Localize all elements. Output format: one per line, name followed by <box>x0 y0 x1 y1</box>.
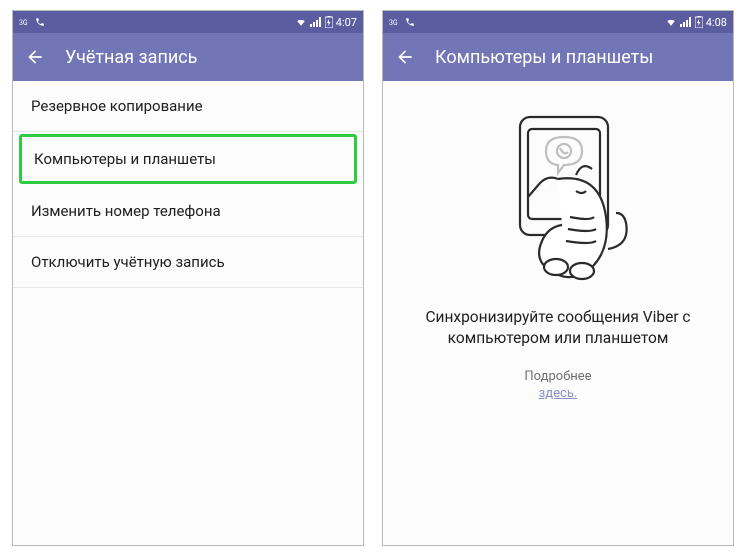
page-title: Компьютеры и планшеты <box>435 47 653 68</box>
network-icon: 3G <box>19 17 31 27</box>
phone-handset-icon <box>35 17 45 27</box>
app-bar: Компьютеры и планшеты <box>383 33 733 81</box>
page-title: Учётная запись <box>65 47 197 68</box>
battery-charging-icon <box>325 16 333 28</box>
menu-item-deactivate[interactable]: Отключить учётную запись <box>13 237 363 288</box>
menu-item-change-number[interactable]: Изменить номер телефона <box>13 186 363 237</box>
sync-empty-state: Синхронизируйте сообщения Viber с компью… <box>383 81 733 545</box>
signal-icon <box>310 17 322 27</box>
status-clock: 4:07 <box>336 16 357 29</box>
menu-item-label: Отключить учётную запись <box>31 253 225 271</box>
status-clock: 4:08 <box>706 16 727 29</box>
back-button[interactable] <box>25 47 45 67</box>
learn-more-link[interactable]: здесь. <box>539 386 578 401</box>
phone-screen-account: 3G 4:07 Учётная запись Резервное к <box>12 10 364 546</box>
menu-item-label: Резервное копирование <box>31 97 203 115</box>
arrow-left-icon <box>25 47 45 67</box>
menu-item-backup[interactable]: Резервное копирование <box>13 81 363 132</box>
menu-item-label: Изменить номер телефона <box>31 202 221 220</box>
menu-item-label: Компьютеры и планшеты <box>34 150 216 168</box>
more-label: Подробнее <box>524 369 591 384</box>
sync-illustration <box>458 99 658 289</box>
status-bar: 3G 4:07 <box>13 11 363 33</box>
wifi-icon <box>295 17 307 27</box>
status-bar: 3G 4:08 <box>383 11 733 33</box>
app-bar: Учётная запись <box>13 33 363 81</box>
sync-message: Синхронизируйте сообщения Viber с компью… <box>405 307 711 349</box>
phone-screen-sync: 3G 4:08 Компьютеры и планшеты <box>382 10 734 546</box>
arrow-left-icon <box>395 47 415 67</box>
menu-list: Резервное копирование Компьютеры и планш… <box>13 81 363 545</box>
svg-text:3G: 3G <box>19 19 28 27</box>
phone-handset-icon <box>405 17 415 27</box>
wifi-icon <box>665 17 677 27</box>
network-icon: 3G <box>389 17 401 27</box>
back-button[interactable] <box>395 47 415 67</box>
svg-text:3G: 3G <box>389 19 398 27</box>
battery-charging-icon <box>695 16 703 28</box>
signal-icon <box>680 17 692 27</box>
menu-item-computers-tablets[interactable]: Компьютеры и планшеты <box>19 134 357 184</box>
